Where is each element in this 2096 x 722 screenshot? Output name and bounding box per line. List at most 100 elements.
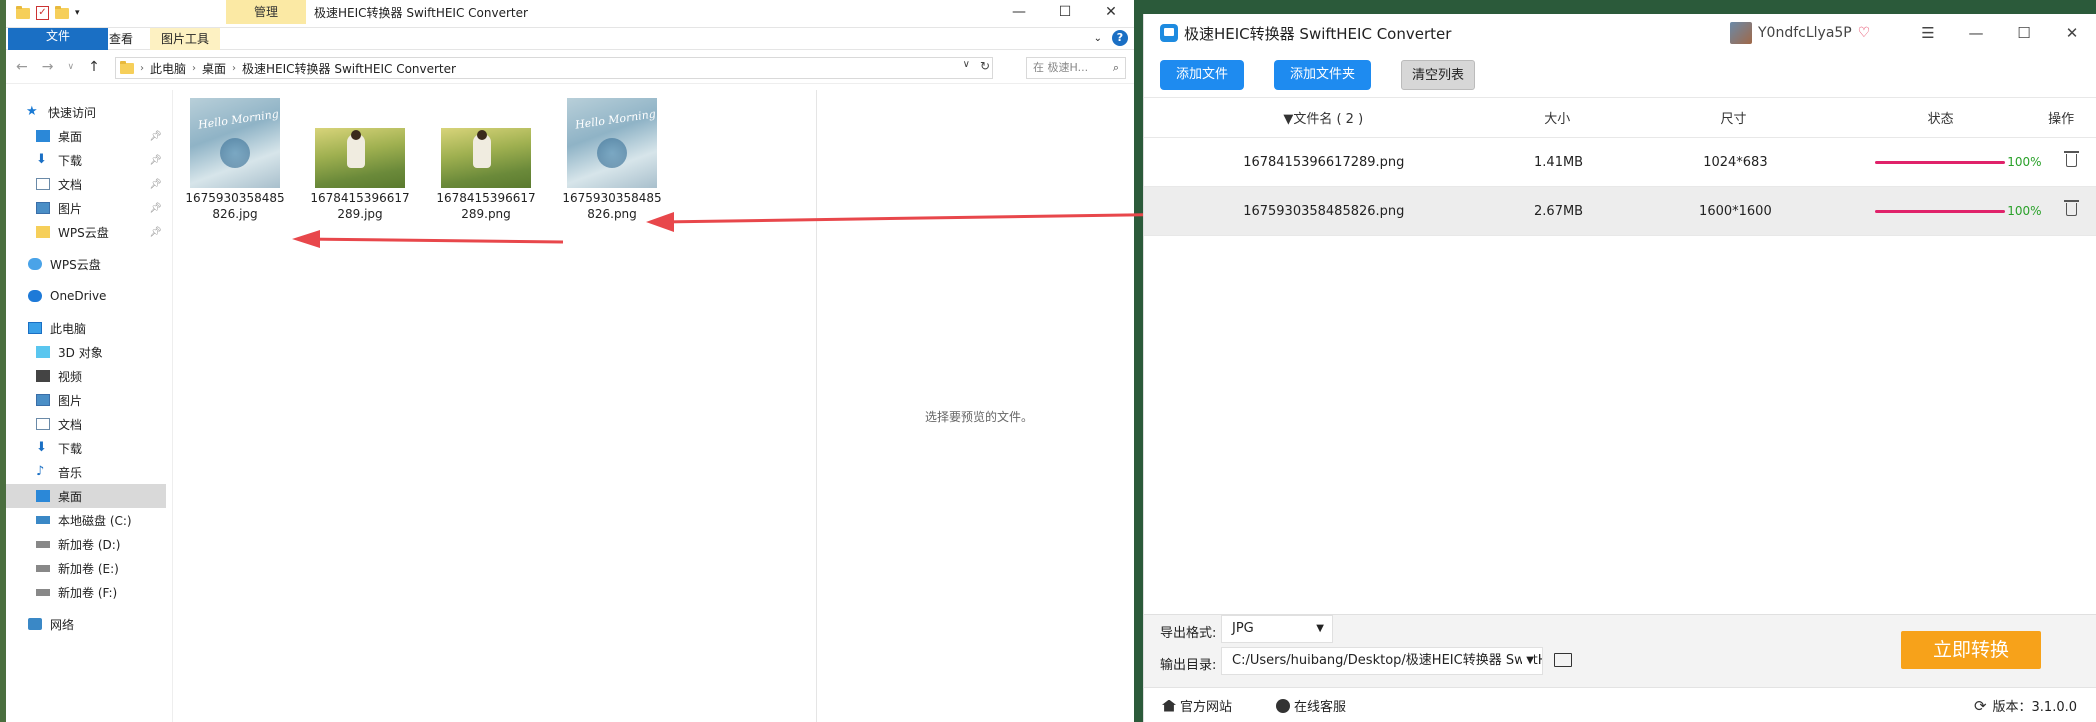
sidebar-item-wps-folder[interactable]: WPS云盘 📌︎ xyxy=(6,220,166,244)
preview-pane: 选择要预览的文件。 xyxy=(816,90,1134,722)
properties-icon[interactable]: ✓ xyxy=(36,6,49,20)
forward-arrow-icon[interactable]: → xyxy=(42,59,54,75)
onedrive-icon xyxy=(28,290,42,302)
desktop-icon xyxy=(36,490,50,502)
sidebar-item-pictures[interactable]: 图片 📌︎ xyxy=(6,196,166,220)
sidebar-item-quick-access[interactable]: ★ 快速访问 xyxy=(6,100,166,124)
row-dimensions: 1600*1600 xyxy=(1699,203,1772,219)
row-status: 100% xyxy=(1857,155,2047,169)
search-input[interactable]: 在 极速H... ⌕ xyxy=(1026,57,1126,79)
sidebar-item-drive-f[interactable]: 新加卷 (F:) xyxy=(6,580,166,604)
sidebar-item-3d-objects[interactable]: 3D 对象 xyxy=(6,340,166,364)
delete-icon[interactable] xyxy=(2064,199,2080,216)
breadcrumb-desktop[interactable]: 桌面 xyxy=(202,60,226,77)
file-item[interactable]: 1678415396617 289.png xyxy=(436,98,536,222)
drive-icon xyxy=(36,516,50,524)
sidebar-item-music[interactable]: ♪ 音乐 xyxy=(6,460,166,484)
minimize-icon[interactable]: — xyxy=(1952,14,2000,52)
preview-hint: 选择要预览的文件。 xyxy=(925,410,1034,424)
file-item[interactable]: 1675930358485 826.jpg xyxy=(185,98,285,222)
file-item[interactable]: 1675930358485 826.png xyxy=(562,98,662,222)
sidebar-item-pc-pictures[interactable]: 图片 xyxy=(6,388,166,412)
file-name-line1: 1675930358485 xyxy=(185,191,285,205)
sidebar-item-drive-d[interactable]: 新加卷 (D:) xyxy=(6,532,166,556)
progress-bar xyxy=(1875,160,2006,164)
sidebar-item-drive-c[interactable]: 本地磁盘 (C:) xyxy=(6,508,166,532)
new-folder-icon[interactable] xyxy=(55,5,69,19)
computer-icon xyxy=(28,322,42,334)
column-dimensions[interactable]: 尺寸 xyxy=(1612,108,1855,127)
video-icon xyxy=(36,370,50,382)
minimize-icon[interactable]: — xyxy=(996,0,1042,24)
sidebar-item-network[interactable]: 网络 xyxy=(6,612,166,636)
sidebar-item-downloads[interactable]: ⬇ 下载 📌︎ xyxy=(6,148,166,172)
table-row[interactable]: 1678415396617289.png 1.41MB 1024*683 100… xyxy=(1144,138,2096,187)
maximize-icon[interactable]: ☐ xyxy=(2000,14,2048,52)
official-site-link[interactable]: 官方网站 xyxy=(1162,696,1232,715)
close-icon[interactable]: ✕ xyxy=(1088,0,1134,24)
file-thumbnail xyxy=(567,98,657,188)
sidebar-item-pc-downloads[interactable]: ⬇ 下载 xyxy=(6,436,166,460)
customize-dropdown-icon[interactable]: ▾ xyxy=(75,8,80,18)
sidebar-item-onedrive[interactable]: OneDrive xyxy=(6,284,166,308)
file-item[interactable]: 1678415396617 289.jpg xyxy=(310,98,410,222)
sidebar-item-this-pc[interactable]: 此电脑 xyxy=(6,316,166,340)
app-window-controls: ☰ — ☐ ✕ xyxy=(1904,14,2096,52)
app-logo-icon xyxy=(1160,24,1178,42)
pin-icon: 📌︎ xyxy=(149,154,162,166)
add-folder-button[interactable]: 添加文件夹 xyxy=(1274,59,1372,90)
breadcrumb-app-folder[interactable]: 极速HEIC转换器 SwiftHEIC Converter xyxy=(242,60,456,77)
sidebar-item-drive-e[interactable]: 新加卷 (E:) xyxy=(6,556,166,580)
menu-icon[interactable]: ☰ xyxy=(1904,14,1952,52)
address-bar[interactable]: › 此电脑 › 桌面 › 极速HEIC转换器 SwiftHEIC Convert… xyxy=(115,57,993,79)
breadcrumb-this-pc[interactable]: 此电脑 xyxy=(150,60,186,77)
version-info[interactable]: ⟳ 版本：3.1.0.0 xyxy=(1974,696,2077,716)
file-thumbnail xyxy=(315,128,405,188)
output-dir-select[interactable]: C:/Users/huibang/Desktop/极速HEIC转换器 Swift… xyxy=(1221,647,1543,675)
tab-file[interactable]: 文件 xyxy=(8,27,108,50)
maximize-icon[interactable]: ☐ xyxy=(1042,0,1088,24)
folder-icon[interactable] xyxy=(16,5,30,19)
tab-picture-tools[interactable]: 图片工具 xyxy=(150,27,221,50)
sidebar-item-desktop[interactable]: 桌面 📌︎ xyxy=(6,124,166,148)
document-icon xyxy=(36,178,50,190)
format-select[interactable]: JPG ▼ xyxy=(1221,615,1333,643)
close-icon[interactable]: ✕ xyxy=(2048,14,2096,52)
recent-dropdown-icon[interactable]: ∨ xyxy=(67,62,74,72)
convert-now-button[interactable]: 立即转换 xyxy=(1901,631,2041,669)
sidebar-item-pc-documents[interactable]: 文档 xyxy=(6,412,166,436)
drive-icon xyxy=(36,588,50,596)
help-icon[interactable]: ? xyxy=(1112,30,1128,46)
row-size: 1.41MB xyxy=(1534,154,1584,170)
up-arrow-icon[interactable]: ↑ xyxy=(88,59,100,75)
format-label: 导出格式: xyxy=(1160,626,1217,641)
user-info[interactable]: Y0ndfcLlya5P ♡ xyxy=(1730,22,1870,44)
pin-icon: 📌︎ xyxy=(149,226,162,238)
table-row[interactable]: 1675930358485826.png 2.67MB 1600*1600 10… xyxy=(1144,187,2096,236)
column-name[interactable]: ▼文件名 ( 2 ) xyxy=(1144,108,1503,127)
address-dropdown-icon[interactable]: ∨ xyxy=(963,59,970,73)
cloud-icon xyxy=(28,258,42,270)
open-folder-icon[interactable] xyxy=(1554,653,1572,667)
online-service-link[interactable]: 在线客服 xyxy=(1276,696,1346,715)
network-icon xyxy=(28,618,42,630)
expand-ribbon-icon[interactable]: ⌄ xyxy=(1094,33,1102,44)
sidebar-item-wps-cloud[interactable]: WPS云盘 xyxy=(6,252,166,276)
refresh-icon[interactable]: ↻ xyxy=(980,59,990,73)
progress-bar xyxy=(1875,209,2006,213)
folder-icon xyxy=(36,226,50,238)
search-placeholder: 在 极速H... xyxy=(1033,61,1089,74)
music-icon: ♪ xyxy=(36,464,45,479)
avatar xyxy=(1730,22,1752,44)
delete-icon[interactable] xyxy=(2064,150,2080,167)
add-file-button[interactable]: 添加文件 xyxy=(1160,59,1245,90)
chevron-down-icon: ▼ xyxy=(1316,623,1324,634)
sidebar-item-pc-desktop[interactable]: 桌面 xyxy=(6,484,166,508)
address-folder-icon xyxy=(120,60,134,74)
manage-context-tab[interactable]: 管理 xyxy=(226,0,306,24)
back-arrow-icon[interactable]: ← xyxy=(16,59,28,75)
clear-list-button[interactable]: 清空列表 xyxy=(1401,59,1476,90)
sidebar-item-documents[interactable]: 文档 📌︎ xyxy=(6,172,166,196)
column-size[interactable]: 大小 xyxy=(1503,108,1613,127)
sidebar-item-videos[interactable]: 视频 xyxy=(6,364,166,388)
